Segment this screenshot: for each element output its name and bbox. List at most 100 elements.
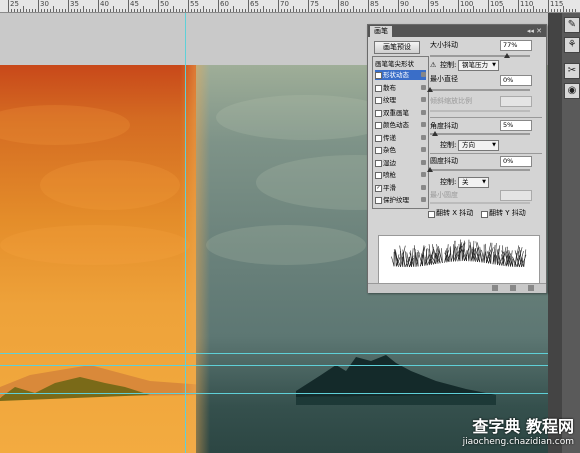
ruler-tick [41, 9, 42, 12]
option-checkbox[interactable] [375, 172, 382, 179]
brush-presets-button[interactable]: 画笔预设 [374, 41, 420, 54]
ruler-number: 95 [430, 0, 439, 8]
flip-x-checkbox[interactable] [428, 211, 435, 218]
lock-icon[interactable] [421, 159, 426, 165]
option-label: 双重画笔 [383, 108, 409, 117]
vertical-guide[interactable] [185, 13, 186, 453]
ruler-tick [11, 9, 12, 12]
brush-option-item[interactable]: 喷枪 [375, 170, 426, 180]
brush-option-item[interactable]: 双重画笔 [375, 108, 426, 118]
lock-icon[interactable] [421, 134, 426, 140]
ruler-tick [359, 9, 360, 12]
brush-tool-icon[interactable]: ✎ [564, 17, 580, 33]
option-checkbox[interactable] [375, 109, 382, 117]
ruler-tick [32, 9, 33, 12]
ruler-tick [149, 9, 150, 12]
brush-option-item[interactable]: 湿边 [375, 158, 426, 168]
option-checkbox[interactable] [375, 84, 382, 92]
ruler-tick [89, 9, 90, 12]
ruler-tick [251, 9, 252, 12]
lock-icon[interactable] [421, 72, 426, 77]
lock-icon[interactable] [421, 122, 426, 127]
lock-icon[interactable] [421, 172, 426, 177]
ruler-tick [83, 6, 84, 12]
min-diameter-field[interactable]: 0% [500, 75, 532, 86]
panel-controls[interactable]: ◂◂ ✕ [527, 26, 542, 36]
ruler-number: 35 [70, 0, 79, 8]
lock-icon[interactable] [421, 147, 426, 152]
new-preset-icon[interactable] [510, 285, 516, 291]
horizontal-guide[interactable] [0, 393, 548, 394]
ruler-tick [425, 9, 426, 12]
lock-icon[interactable] [421, 184, 426, 190]
option-checkbox[interactable] [375, 159, 382, 167]
roundness-jitter-thumb[interactable] [427, 167, 433, 172]
size-jitter-thumb[interactable] [504, 53, 510, 58]
ruler-tick [80, 9, 81, 12]
control-dropdown[interactable]: 方向 [458, 140, 499, 151]
horizontal-guide[interactable] [0, 353, 548, 354]
ruler-tick [47, 9, 48, 12]
delete-icon[interactable] [528, 285, 534, 291]
option-checkbox[interactable] [375, 97, 382, 104]
option-checkbox[interactable] [375, 147, 382, 154]
brush-option-item[interactable]: 散布 [375, 83, 426, 93]
clone-tool-icon[interactable]: ⚘ [564, 37, 580, 53]
mask-icon[interactable]: ✂ [564, 63, 580, 79]
size-jitter-slider[interactable] [430, 55, 530, 57]
lock-icon[interactable] [421, 97, 426, 102]
ruler-tick [464, 9, 465, 12]
ruler-tick [341, 9, 342, 12]
brush-option-item[interactable]: ✓ 形状动态 [375, 70, 426, 80]
lock-icon[interactable] [421, 84, 426, 90]
option-checkbox[interactable] [375, 122, 382, 129]
ruler-tick [257, 9, 258, 12]
min-diameter-slider[interactable] [430, 89, 530, 91]
size-jitter-field[interactable]: 77% [500, 40, 532, 51]
panel-tab[interactable]: 画笔 [370, 26, 392, 37]
lock-icon[interactable] [421, 109, 426, 115]
min-diameter-thumb[interactable] [427, 87, 433, 92]
ruler-number: 80 [340, 0, 349, 8]
ruler-tick [530, 9, 531, 12]
option-checkbox[interactable] [375, 134, 382, 142]
ruler-tick [119, 9, 120, 12]
angle-jitter-thumb[interactable] [432, 131, 438, 136]
angle-jitter-slider[interactable] [430, 133, 530, 135]
brush-tip-shape-item[interactable]: 画笔笔尖形状 [375, 59, 426, 69]
control-dropdown[interactable]: 钢笔压力 [458, 60, 499, 71]
lock-icon[interactable] [421, 197, 426, 202]
layer-style-icon[interactable]: ◉ [564, 83, 580, 99]
ruler-tick [59, 9, 60, 12]
ruler-tick [452, 9, 453, 12]
flip-y-checkbox[interactable] [481, 211, 488, 218]
panel-titlebar[interactable]: 画笔 ◂◂ ✕ [368, 25, 546, 37]
ruler-tick [176, 9, 177, 12]
control-dropdown[interactable]: 关 [458, 177, 489, 188]
option-checkbox[interactable] [375, 197, 382, 204]
ruler-tick [320, 9, 321, 12]
ruler-number: 70 [280, 0, 289, 8]
ruler-number: 45 [130, 0, 139, 8]
min-roundness-field [500, 190, 532, 201]
canvas-scrollbar[interactable] [548, 13, 562, 453]
brush-option-item[interactable]: 颜色动态 [375, 120, 426, 130]
option-checkbox[interactable]: ✓ [375, 184, 382, 192]
brush-option-item[interactable]: 传递 [375, 133, 426, 143]
angle-jitter-field[interactable]: 5% [500, 120, 532, 131]
ruler-tick [461, 9, 462, 12]
roundness-jitter-slider[interactable] [430, 169, 530, 171]
ruler-tick [170, 9, 171, 12]
horizontal-guide[interactable] [0, 365, 548, 366]
option-checkbox[interactable]: ✓ [375, 72, 382, 79]
brush-option-item[interactable]: 纹理 [375, 95, 426, 105]
angle-jitter-label: 角度抖动 [430, 122, 458, 130]
ruler-tick [122, 9, 123, 12]
ruler-tick [275, 9, 276, 12]
brush-option-item[interactable]: ✓ 平滑 [375, 183, 426, 193]
roundness-jitter-field[interactable]: 0% [500, 156, 532, 167]
brush-option-item[interactable]: 保护纹理 [375, 195, 426, 205]
brush-option-item[interactable]: 杂色 [375, 145, 426, 155]
toggle-brush-panel-icon[interactable] [492, 285, 498, 291]
ruler-tick [137, 9, 138, 12]
